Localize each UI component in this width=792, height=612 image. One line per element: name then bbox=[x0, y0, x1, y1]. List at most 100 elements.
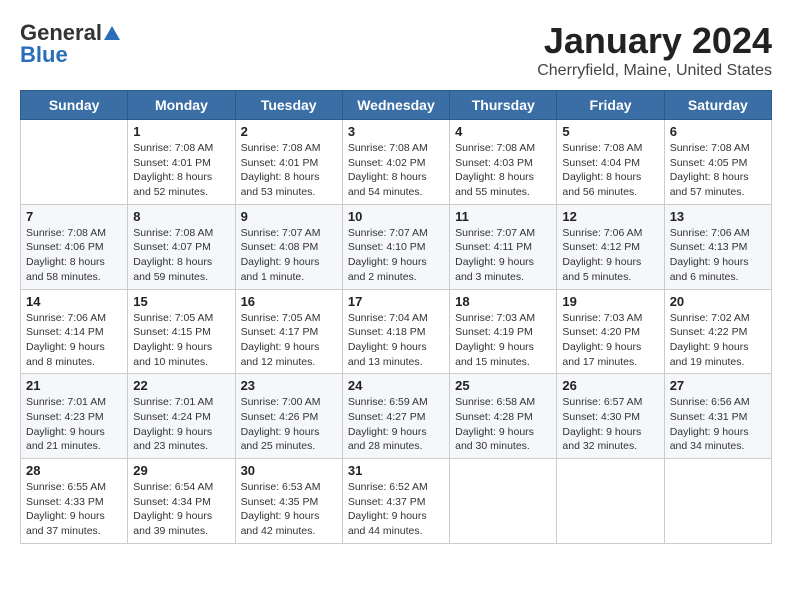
day-number: 13 bbox=[670, 209, 766, 224]
day-info: Sunrise: 6:59 AM Sunset: 4:27 PM Dayligh… bbox=[348, 395, 444, 454]
day-number: 26 bbox=[562, 378, 658, 393]
day-info: Sunrise: 7:05 AM Sunset: 4:17 PM Dayligh… bbox=[241, 311, 337, 370]
day-info: Sunrise: 6:57 AM Sunset: 4:30 PM Dayligh… bbox=[562, 395, 658, 454]
calendar-cell: 4 Sunrise: 7:08 AM Sunset: 4:03 PM Daylig… bbox=[450, 120, 557, 205]
calendar-week-row: 21 Sunrise: 7:01 AM Sunset: 4:23 PM Dayli… bbox=[21, 374, 772, 459]
day-info: Sunrise: 7:05 AM Sunset: 4:15 PM Dayligh… bbox=[133, 311, 229, 370]
calendar-cell: 3 Sunrise: 7:08 AM Sunset: 4:02 PM Daylig… bbox=[342, 120, 449, 205]
calendar-cell: 13 Sunrise: 7:06 AM Sunset: 4:13 PM Dayli… bbox=[664, 204, 771, 289]
calendar-cell bbox=[664, 459, 771, 544]
calendar-cell: 14 Sunrise: 7:06 AM Sunset: 4:14 PM Dayli… bbox=[21, 289, 128, 374]
day-info: Sunrise: 7:03 AM Sunset: 4:19 PM Dayligh… bbox=[455, 311, 551, 370]
calendar-cell: 24 Sunrise: 6:59 AM Sunset: 4:27 PM Dayli… bbox=[342, 374, 449, 459]
day-info: Sunrise: 7:06 AM Sunset: 4:13 PM Dayligh… bbox=[670, 226, 766, 285]
day-info: Sunrise: 7:04 AM Sunset: 4:18 PM Dayligh… bbox=[348, 311, 444, 370]
day-of-week-header: Sunday bbox=[21, 91, 128, 120]
day-number: 23 bbox=[241, 378, 337, 393]
calendar-header-row: SundayMondayTuesdayWednesdayThursdayFrid… bbox=[21, 91, 772, 120]
day-number: 21 bbox=[26, 378, 122, 393]
calendar-cell: 19Sunrise: 7:03 AM Sunset: 4:20 PM Dayli… bbox=[557, 289, 664, 374]
calendar-cell: 22 Sunrise: 7:01 AM Sunset: 4:24 PM Dayli… bbox=[128, 374, 235, 459]
day-of-week-header: Wednesday bbox=[342, 91, 449, 120]
day-info: Sunrise: 7:08 AM Sunset: 4:01 PM Dayligh… bbox=[133, 141, 229, 200]
day-number: 25 bbox=[455, 378, 551, 393]
day-of-week-header: Tuesday bbox=[235, 91, 342, 120]
page-subtitle: Cherryfield, Maine, United States bbox=[537, 62, 772, 80]
day-number: 4 bbox=[455, 124, 551, 139]
calendar-cell: 15 Sunrise: 7:05 AM Sunset: 4:15 PM Dayli… bbox=[128, 289, 235, 374]
day-number: 5 bbox=[562, 124, 658, 139]
day-number: 7 bbox=[26, 209, 122, 224]
calendar-cell: 18Sunrise: 7:03 AM Sunset: 4:19 PM Dayli… bbox=[450, 289, 557, 374]
day-info: Sunrise: 7:01 AM Sunset: 4:23 PM Dayligh… bbox=[26, 395, 122, 454]
day-number: 3 bbox=[348, 124, 444, 139]
calendar-week-row: 28Sunrise: 6:55 AM Sunset: 4:33 PM Dayli… bbox=[21, 459, 772, 544]
day-info: Sunrise: 7:07 AM Sunset: 4:08 PM Dayligh… bbox=[241, 226, 337, 285]
day-number: 24 bbox=[348, 378, 444, 393]
day-number: 10 bbox=[348, 209, 444, 224]
calendar-cell: 25 Sunrise: 6:58 AM Sunset: 4:28 PM Dayli… bbox=[450, 374, 557, 459]
logo: General Blue bbox=[20, 20, 122, 68]
day-info: Sunrise: 6:55 AM Sunset: 4:33 PM Dayligh… bbox=[26, 480, 122, 539]
day-number: 17 bbox=[348, 294, 444, 309]
calendar-cell: 29Sunrise: 6:54 AM Sunset: 4:34 PM Dayli… bbox=[128, 459, 235, 544]
calendar-cell: 11 Sunrise: 7:07 AM Sunset: 4:11 PM Dayli… bbox=[450, 204, 557, 289]
day-info: Sunrise: 7:06 AM Sunset: 4:12 PM Dayligh… bbox=[562, 226, 658, 285]
day-info: Sunrise: 7:08 AM Sunset: 4:02 PM Dayligh… bbox=[348, 141, 444, 200]
calendar-cell: 2 Sunrise: 7:08 AM Sunset: 4:01 PM Daylig… bbox=[235, 120, 342, 205]
day-number: 20 bbox=[670, 294, 766, 309]
day-info: Sunrise: 7:07 AM Sunset: 4:11 PM Dayligh… bbox=[455, 226, 551, 285]
day-number: 22 bbox=[133, 378, 229, 393]
day-of-week-header: Friday bbox=[557, 91, 664, 120]
day-number: 14 bbox=[26, 294, 122, 309]
day-info: Sunrise: 6:56 AM Sunset: 4:31 PM Dayligh… bbox=[670, 395, 766, 454]
logo-icon bbox=[103, 24, 121, 42]
day-of-week-header: Monday bbox=[128, 91, 235, 120]
calendar-cell bbox=[450, 459, 557, 544]
calendar-cell bbox=[21, 120, 128, 205]
calendar-cell: 23 Sunrise: 7:00 AM Sunset: 4:26 PM Dayli… bbox=[235, 374, 342, 459]
day-info: Sunrise: 7:06 AM Sunset: 4:14 PM Dayligh… bbox=[26, 311, 122, 370]
day-info: Sunrise: 7:08 AM Sunset: 4:03 PM Dayligh… bbox=[455, 141, 551, 200]
day-info: Sunrise: 6:52 AM Sunset: 4:37 PM Dayligh… bbox=[348, 480, 444, 539]
day-number: 11 bbox=[455, 209, 551, 224]
page-header: General Blue January 2024 Cherryfield, M… bbox=[20, 20, 772, 80]
page-title: January 2024 bbox=[537, 20, 772, 62]
day-number: 9 bbox=[241, 209, 337, 224]
calendar-cell: 8 Sunrise: 7:08 AM Sunset: 4:07 PM Daylig… bbox=[128, 204, 235, 289]
day-info: Sunrise: 6:53 AM Sunset: 4:35 PM Dayligh… bbox=[241, 480, 337, 539]
day-of-week-header: Saturday bbox=[664, 91, 771, 120]
calendar-cell: 20Sunrise: 7:02 AM Sunset: 4:22 PM Dayli… bbox=[664, 289, 771, 374]
calendar-cell: 28Sunrise: 6:55 AM Sunset: 4:33 PM Dayli… bbox=[21, 459, 128, 544]
day-info: Sunrise: 7:08 AM Sunset: 4:01 PM Dayligh… bbox=[241, 141, 337, 200]
day-info: Sunrise: 6:58 AM Sunset: 4:28 PM Dayligh… bbox=[455, 395, 551, 454]
calendar-cell: 26 Sunrise: 6:57 AM Sunset: 4:30 PM Dayli… bbox=[557, 374, 664, 459]
logo-blue: Blue bbox=[20, 42, 68, 68]
day-number: 27 bbox=[670, 378, 766, 393]
calendar-cell: 30Sunrise: 6:53 AM Sunset: 4:35 PM Dayli… bbox=[235, 459, 342, 544]
calendar-cell: 21 Sunrise: 7:01 AM Sunset: 4:23 PM Dayli… bbox=[21, 374, 128, 459]
calendar-cell: 27 Sunrise: 6:56 AM Sunset: 4:31 PM Dayli… bbox=[664, 374, 771, 459]
day-number: 19 bbox=[562, 294, 658, 309]
day-info: Sunrise: 7:08 AM Sunset: 4:07 PM Dayligh… bbox=[133, 226, 229, 285]
day-number: 15 bbox=[133, 294, 229, 309]
day-number: 2 bbox=[241, 124, 337, 139]
calendar-cell: 9 Sunrise: 7:07 AM Sunset: 4:08 PM Daylig… bbox=[235, 204, 342, 289]
day-number: 16 bbox=[241, 294, 337, 309]
calendar-cell: 31Sunrise: 6:52 AM Sunset: 4:37 PM Dayli… bbox=[342, 459, 449, 544]
calendar-week-row: 1Sunrise: 7:08 AM Sunset: 4:01 PM Daylig… bbox=[21, 120, 772, 205]
day-info: Sunrise: 7:07 AM Sunset: 4:10 PM Dayligh… bbox=[348, 226, 444, 285]
day-info: Sunrise: 7:08 AM Sunset: 4:04 PM Dayligh… bbox=[562, 141, 658, 200]
day-info: Sunrise: 6:54 AM Sunset: 4:34 PM Dayligh… bbox=[133, 480, 229, 539]
day-info: Sunrise: 7:08 AM Sunset: 4:06 PM Dayligh… bbox=[26, 226, 122, 285]
calendar-week-row: 14 Sunrise: 7:06 AM Sunset: 4:14 PM Dayli… bbox=[21, 289, 772, 374]
calendar-cell: 1Sunrise: 7:08 AM Sunset: 4:01 PM Daylig… bbox=[128, 120, 235, 205]
day-number: 8 bbox=[133, 209, 229, 224]
day-info: Sunrise: 7:00 AM Sunset: 4:26 PM Dayligh… bbox=[241, 395, 337, 454]
day-number: 12 bbox=[562, 209, 658, 224]
calendar-cell: 5 Sunrise: 7:08 AM Sunset: 4:04 PM Daylig… bbox=[557, 120, 664, 205]
day-info: Sunrise: 7:08 AM Sunset: 4:05 PM Dayligh… bbox=[670, 141, 766, 200]
day-info: Sunrise: 7:01 AM Sunset: 4:24 PM Dayligh… bbox=[133, 395, 229, 454]
calendar-cell: 12 Sunrise: 7:06 AM Sunset: 4:12 PM Dayli… bbox=[557, 204, 664, 289]
calendar-cell: 16 Sunrise: 7:05 AM Sunset: 4:17 PM Dayli… bbox=[235, 289, 342, 374]
